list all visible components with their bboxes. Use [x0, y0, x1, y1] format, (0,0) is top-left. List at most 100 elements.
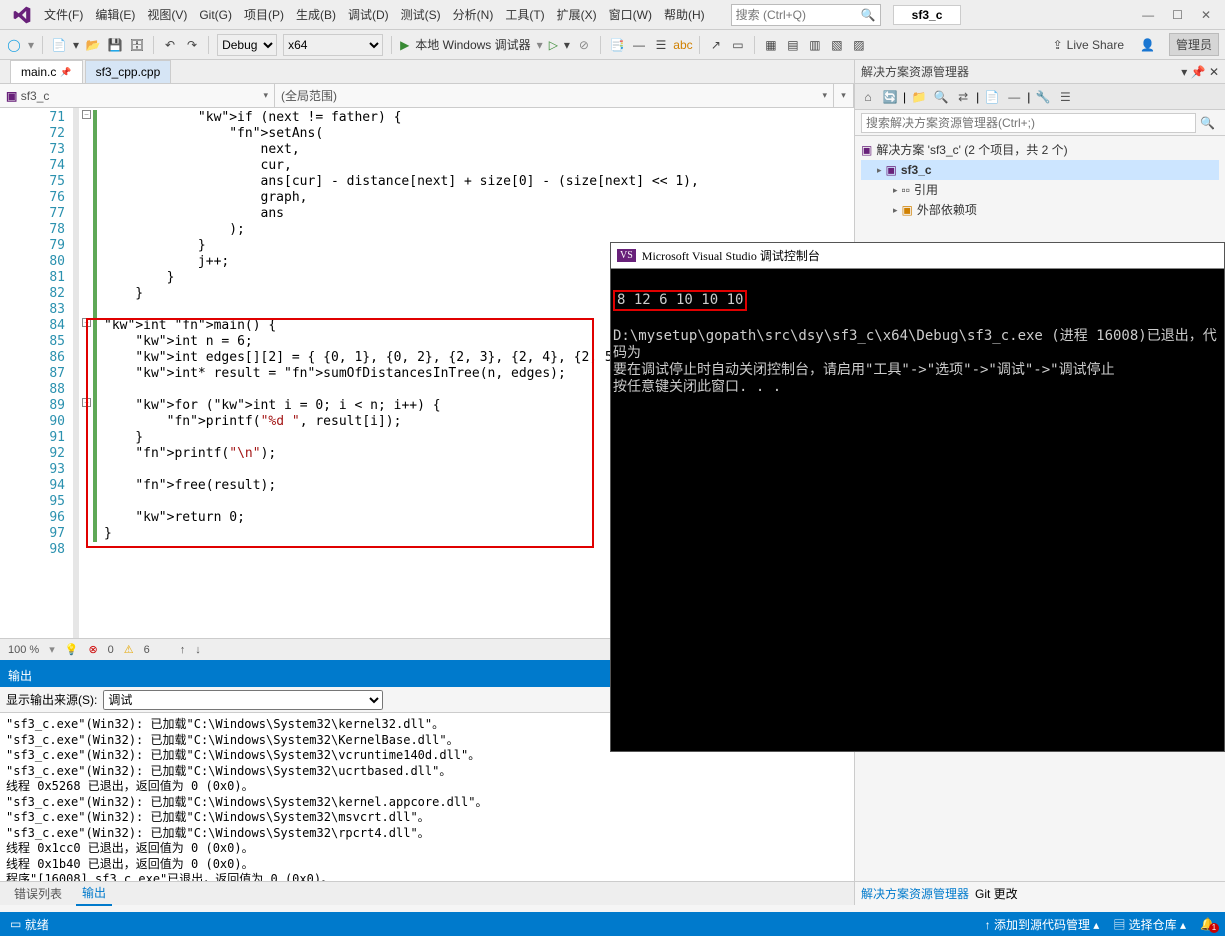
search-box[interactable]: 搜索 (Ctrl+Q) 🔍: [731, 4, 881, 26]
console-titlebar[interactable]: VS Microsoft Visual Studio 调试控制台: [611, 243, 1224, 269]
tb-icon-2[interactable]: 📑: [609, 37, 625, 53]
tb-icon-8[interactable]: ▦: [763, 37, 779, 53]
tb-icon-10[interactable]: ▥: [807, 37, 823, 53]
live-share-button[interactable]: Live Share: [1067, 38, 1124, 52]
bell-badge: 1: [1209, 923, 1219, 933]
admin-badge: 管理员: [1169, 33, 1219, 56]
document-tabs: main.c 📌 sf3_cpp.cpp: [0, 60, 854, 84]
tab-error-list[interactable]: 错误列表: [8, 882, 68, 905]
menu-item[interactable]: 扩展(X): [551, 4, 603, 26]
menu-item[interactable]: 调试(D): [342, 4, 395, 26]
se-header: 解决方案资源管理器 ▾ 📌 ✕: [855, 60, 1225, 84]
live-share-icon[interactable]: ⇪: [1053, 38, 1063, 52]
close-button[interactable]: ✕: [1201, 8, 1211, 22]
tb-icon-9[interactable]: ▤: [785, 37, 801, 53]
scope-project[interactable]: ▣ sf3_c ▾: [0, 84, 275, 107]
arrow-up-icon[interactable]: ↑: [180, 644, 186, 656]
tab-sf3-cpp[interactable]: sf3_cpp.cpp: [85, 60, 172, 83]
save-icon[interactable]: 💾: [107, 37, 123, 53]
scope-dropdown[interactable]: ▾: [834, 84, 854, 107]
debugger-button[interactable]: 本地 Windows 调试器: [415, 36, 530, 53]
output-bottom-tabs: 错误列表 输出: [0, 881, 854, 905]
redo-icon[interactable]: ↷: [184, 37, 200, 53]
tb-icon-1[interactable]: ⊘: [576, 37, 592, 53]
platform-select[interactable]: x64: [283, 34, 383, 56]
tab-solution-explorer[interactable]: 解决方案资源管理器: [861, 885, 969, 902]
menu-item[interactable]: 测试(S): [395, 4, 447, 26]
fold-box[interactable]: −: [82, 110, 91, 119]
tb-icon-11[interactable]: ▧: [829, 37, 845, 53]
se-close-icon[interactable]: ✕: [1209, 65, 1219, 79]
tree-project-row[interactable]: ▸ ▣ sf3_c: [861, 160, 1219, 180]
scope-global[interactable]: (全局范围) ▾: [275, 84, 834, 107]
error-count: 0: [108, 644, 114, 656]
repo-button[interactable]: ▤ 选择仓库 ▴: [1113, 916, 1186, 933]
tb-icon-12[interactable]: ▨: [851, 37, 867, 53]
se-wrench-icon[interactable]: 🔧: [1034, 90, 1052, 104]
lightbulb-icon[interactable]: 💡: [65, 643, 79, 656]
menu-item[interactable]: 项目(P): [238, 4, 290, 26]
back-icon[interactable]: ◯: [6, 37, 22, 53]
error-icon[interactable]: ⊗: [88, 643, 97, 656]
menu-item[interactable]: 工具(T): [499, 4, 550, 26]
se-search-icon[interactable]: 🔍: [1196, 116, 1219, 130]
tb-icon-4[interactable]: ☰: [653, 37, 669, 53]
project-name: sf3_c: [893, 5, 962, 25]
tab-output[interactable]: 输出: [76, 881, 112, 906]
menu-item[interactable]: 文件(F): [38, 4, 89, 26]
tb-icon-7[interactable]: ▭: [730, 37, 746, 53]
tab-main-c[interactable]: main.c 📌: [10, 60, 83, 83]
tree-refs-row[interactable]: ▸ ▫▫ 引用: [861, 180, 1219, 200]
warning-icon[interactable]: ⚠: [124, 643, 134, 656]
tab-git-changes[interactable]: Git 更改: [975, 885, 1018, 902]
console-output-highlight: 8 12 6 10 10 10: [613, 290, 747, 311]
se-icon-5[interactable]: ⇄: [954, 90, 972, 104]
se-icon-7[interactable]: —: [1005, 90, 1023, 104]
fold-box[interactable]: −: [82, 318, 91, 327]
se-search-input[interactable]: [861, 113, 1196, 133]
tree-ext-label: 外部依赖项: [917, 200, 977, 220]
new-icon[interactable]: 📄: [51, 37, 67, 53]
menu-item[interactable]: 视图(V): [141, 4, 193, 26]
tb-icon-3[interactable]: —: [631, 37, 647, 53]
se-tree[interactable]: ▣ 解决方案 'sf3_c' (2 个项目，共 2 个) ▸ ▣ sf3_c ▸…: [855, 136, 1225, 224]
se-pin-icon[interactable]: 📌: [1191, 65, 1206, 79]
menu-item[interactable]: 生成(B): [290, 4, 342, 26]
se-icon-4[interactable]: 🔍: [932, 90, 950, 104]
debug-console-window[interactable]: VS Microsoft Visual Studio 调试控制台 8 12 6 …: [610, 242, 1225, 752]
fold-box[interactable]: −: [82, 398, 91, 407]
source-control-button[interactable]: ↑ 添加到源代码管理 ▴: [985, 916, 1100, 933]
save-all-icon[interactable]: 🗄: [129, 37, 145, 53]
tree-ext-row[interactable]: ▸ ▣ 外部依赖项: [861, 200, 1219, 220]
zoom-level[interactable]: 100 %: [8, 644, 39, 656]
menu-item[interactable]: Git(G): [193, 4, 238, 26]
tb-icon-5[interactable]: abc: [675, 37, 691, 53]
minimize-button[interactable]: —: [1142, 8, 1154, 22]
open-icon[interactable]: 📂: [85, 37, 101, 53]
code-text[interactable]: "kw">if (next != father) { "fn">setAns( …: [74, 108, 699, 638]
config-select[interactable]: Debug: [217, 34, 277, 56]
se-icon-6[interactable]: 📄: [983, 90, 1001, 104]
menu-item[interactable]: 分析(N): [447, 4, 500, 26]
tree-solution-row[interactable]: ▣ 解决方案 'sf3_c' (2 个项目，共 2 个): [861, 140, 1219, 160]
se-search: 🔍: [855, 110, 1225, 136]
user-icon[interactable]: 👤: [1140, 38, 1155, 52]
play-no-debug-icon[interactable]: ▷: [549, 38, 558, 52]
tb-icon-6[interactable]: ↗: [708, 37, 724, 53]
undo-icon[interactable]: ↶: [162, 37, 178, 53]
se-dropdown[interactable]: ▾: [1181, 65, 1187, 79]
se-bottom-tabs: 解决方案资源管理器 Git 更改: [855, 881, 1225, 905]
console-body: 8 12 6 10 10 10 D:\mysetup\gopath\src\ds…: [611, 269, 1224, 417]
se-home-icon[interactable]: ⌂: [859, 90, 877, 104]
menu-item[interactable]: 编辑(E): [89, 4, 141, 26]
bell-icon[interactable]: 🔔1: [1200, 917, 1215, 931]
arrow-down-icon[interactable]: ↓: [195, 644, 201, 656]
maximize-button[interactable]: ☐: [1172, 8, 1183, 22]
se-icon-9[interactable]: ☰: [1056, 90, 1074, 104]
se-icon-2[interactable]: 🔄: [881, 90, 899, 104]
output-source-select[interactable]: 调试: [103, 690, 383, 710]
play-icon[interactable]: ▶: [400, 38, 409, 52]
menu-item[interactable]: 窗口(W): [603, 4, 658, 26]
menu-item[interactable]: 帮助(H): [658, 4, 711, 26]
se-icon-3[interactable]: 📁: [910, 90, 928, 104]
